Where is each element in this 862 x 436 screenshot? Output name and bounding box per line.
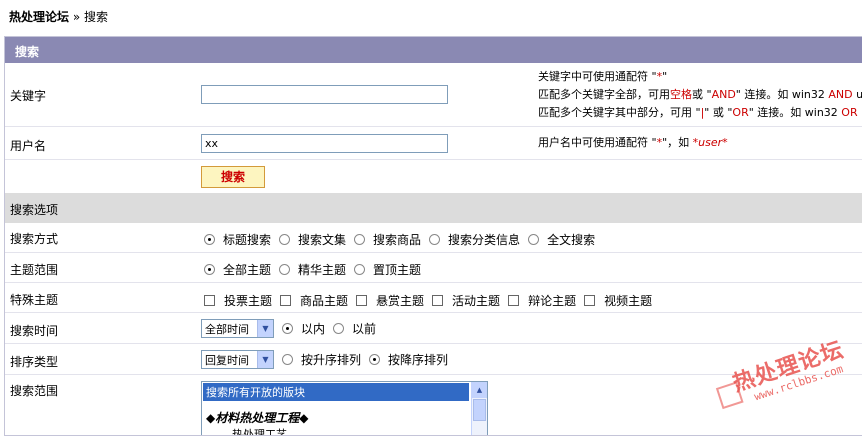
checkbox-icon[interactable] (432, 295, 444, 306)
breadcrumb-forum-link[interactable]: 热处理论坛 (9, 10, 69, 24)
special-option-video[interactable]: 视频主题 (584, 292, 652, 309)
scrollbar-thumb[interactable] (473, 399, 486, 421)
list-item[interactable]: 搜索所有开放的版块 (203, 383, 469, 401)
keyword-row: 关键字 关键字中可使用通配符 "*" 匹配多个关键字全部，可用空格或 "AND"… (5, 64, 862, 127)
sort-label: 排序类型 (10, 355, 59, 369)
list-group[interactable]: ◆材料热处理工程◆ (202, 409, 487, 426)
method-option-classified[interactable]: 搜索分类信息 (429, 231, 520, 248)
time-option-within[interactable]: 以内 (282, 320, 325, 337)
time-select[interactable]: 全部时间 ▼ (201, 319, 274, 338)
chevron-up-icon[interactable]: ▲ (472, 382, 487, 398)
time-row: 搜索时间 全部时间 ▼ 以内 以前 (5, 313, 862, 344)
method-option-fulltext[interactable]: 全文搜索 (528, 231, 595, 248)
sort-option-asc[interactable]: 按升序排列 (282, 351, 361, 368)
checkbox-icon[interactable] (356, 295, 368, 306)
method-options: 标题搜索 搜索文集 搜索商品 搜索分类信息 全文搜索 (204, 231, 603, 248)
checkbox-icon[interactable] (584, 295, 596, 306)
scope-options: 全部主题 精华主题 置顶主题 (204, 261, 429, 278)
radio-icon[interactable] (204, 264, 215, 275)
panel-header: 搜索 (5, 37, 862, 64)
time-options: 全部时间 ▼ 以内 以前 (201, 319, 384, 338)
checkbox-icon[interactable] (280, 295, 292, 306)
method-option-title[interactable]: 标题搜索 (204, 231, 271, 248)
radio-icon[interactable] (204, 234, 215, 245)
sort-option-desc[interactable]: 按降序排列 (369, 351, 448, 368)
radio-icon[interactable] (354, 264, 366, 275)
time-label: 搜索时间 (10, 324, 59, 338)
radio-icon[interactable] (279, 264, 291, 275)
scope-option-all[interactable]: 全部主题 (204, 261, 271, 278)
method-option-goods[interactable]: 搜索商品 (354, 231, 421, 248)
special-label: 特殊主题 (10, 293, 59, 307)
keyword-input[interactable] (201, 85, 448, 104)
special-options: 投票主题 商品主题 悬赏主题 活动主题 辩论主题 视频主题 (204, 292, 660, 309)
keyword-hint: 关键字中可使用通配符 "*" 匹配多个关键字全部，可用空格或 "AND" 连接。… (538, 70, 862, 119)
radio-icon[interactable] (369, 354, 381, 365)
list-item[interactable]: 热处理工艺 (202, 426, 487, 435)
sort-options: 回复时间 ▼ 按升序排列 按降序排列 (201, 350, 456, 369)
breadcrumb-current: 搜索 (84, 10, 109, 24)
method-row: 搜索方式 标题搜索 搜索文集 搜索商品 搜索分类信息 全文搜索 (5, 223, 862, 253)
special-option-poll[interactable]: 投票主题 (204, 292, 272, 309)
checkbox-icon[interactable] (508, 295, 520, 306)
scope-label: 主题范围 (10, 263, 59, 277)
special-option-reward[interactable]: 悬赏主题 (356, 292, 424, 309)
radio-icon[interactable] (333, 323, 345, 334)
method-label: 搜索方式 (10, 232, 59, 246)
chevron-down-icon[interactable]: ▼ (257, 320, 273, 337)
username-input[interactable] (201, 134, 448, 153)
username-hint: 用户名中可使用通配符 "*"，如 *user* (538, 136, 728, 149)
chevron-down-icon[interactable]: ▼ (257, 351, 273, 368)
scope-row: 主题范围 全部主题 精华主题 置顶主题 (5, 253, 862, 283)
sort-select[interactable]: 回复时间 ▼ (201, 350, 274, 369)
search-options-header: 搜索选项 (5, 193, 862, 223)
special-option-goods[interactable]: 商品主题 (280, 292, 348, 309)
range-label: 搜索范围 (10, 384, 59, 398)
checkbox-icon[interactable] (204, 295, 215, 306)
search-button[interactable]: 搜索 (201, 166, 265, 188)
special-option-activity[interactable]: 活动主题 (432, 292, 500, 309)
scope-option-digest[interactable]: 精华主题 (279, 261, 346, 278)
radio-icon[interactable] (282, 354, 293, 365)
method-option-collection[interactable]: 搜索文集 (279, 231, 346, 248)
scope-option-sticky[interactable]: 置顶主题 (354, 261, 421, 278)
breadcrumb: 热处理论坛 » 搜索 (9, 8, 108, 25)
radio-icon[interactable] (528, 234, 540, 245)
range-listbox[interactable]: 搜索所有开放的版块 ◆材料热处理工程◆ 热处理工艺 ▲ (201, 381, 488, 435)
username-row: 用户名 用户名中可使用通配符 "*"，如 *user* (5, 127, 862, 160)
listbox-scrollbar[interactable]: ▲ (471, 382, 487, 435)
radio-icon[interactable] (354, 234, 366, 245)
time-option-before[interactable]: 以前 (333, 320, 376, 337)
radio-icon[interactable] (279, 234, 291, 245)
radio-icon[interactable] (282, 323, 293, 334)
breadcrumb-separator: » (69, 10, 84, 24)
keyword-label: 关键字 (10, 89, 47, 103)
username-label: 用户名 (10, 139, 47, 153)
special-row: 特殊主题 投票主题 商品主题 悬赏主题 活动主题 辩论主题 视频主题 (5, 283, 862, 313)
special-option-debate[interactable]: 辩论主题 (508, 292, 576, 309)
radio-icon[interactable] (429, 234, 441, 245)
